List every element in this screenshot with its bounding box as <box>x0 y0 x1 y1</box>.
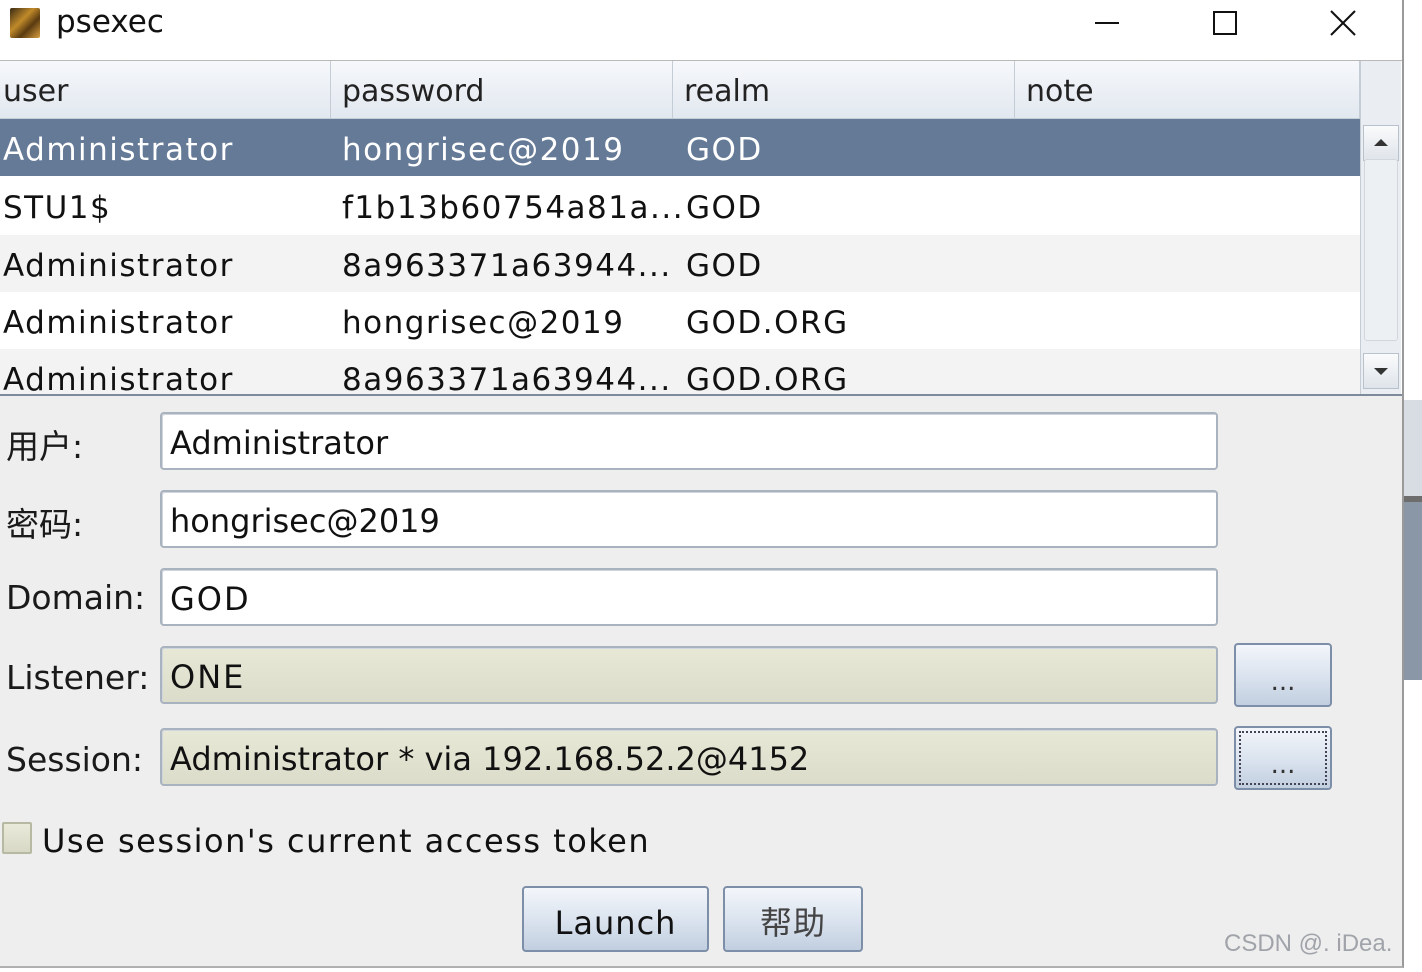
launch-button[interactable]: Launch <box>522 886 709 952</box>
column-header-user[interactable]: user <box>0 61 331 118</box>
arrow-up-icon <box>1374 139 1388 146</box>
background-window-strip <box>1404 502 1422 680</box>
column-header-password[interactable]: password <box>331 61 673 118</box>
credentials-table: user password realm note Administrator h… <box>0 60 1402 396</box>
help-button[interactable]: 帮助 <box>723 886 863 952</box>
app-icon <box>10 8 40 38</box>
password-label: 密码: <box>6 505 84 544</box>
cell-user: Administrator <box>3 362 234 394</box>
table-row[interactable]: Administrator 8a963371a63944... GOD.ORG <box>0 349 1360 394</box>
table-row[interactable]: Administrator hongrisec@2019 GOD <box>0 119 1360 176</box>
maximize-icon <box>1213 11 1237 35</box>
user-field[interactable]: Administrator <box>160 412 1218 470</box>
session-field: Administrator * via 192.168.52.2@4152 <box>160 728 1218 786</box>
cell-user: STU1$ <box>3 190 112 226</box>
user-label: 用户: <box>6 427 84 466</box>
cell-user: Administrator <box>3 305 234 341</box>
background-window-strip <box>1404 400 1422 496</box>
watermark: CSDN @. iDea. <box>1224 930 1393 957</box>
table-row[interactable]: Administrator hongrisec@2019 GOD.ORG <box>0 292 1360 349</box>
listener-field: ONE <box>160 646 1218 704</box>
arrow-down-icon <box>1374 368 1388 375</box>
minimize-icon <box>1095 22 1119 24</box>
cell-realm: GOD <box>686 190 763 226</box>
minimize-button[interactable] <box>1048 0 1166 46</box>
cell-password: hongrisec@2019 <box>342 305 625 341</box>
column-header-realm[interactable]: realm <box>673 61 1015 118</box>
password-field[interactable]: hongrisec@2019 <box>160 490 1218 548</box>
cell-user: Administrator <box>3 132 234 168</box>
cell-realm: GOD.ORG <box>686 305 849 341</box>
cell-user: Administrator <box>3 248 234 284</box>
cell-password: f1b13b60754a81a... <box>342 190 685 226</box>
table-body: Administrator hongrisec@2019 GOD STU1$ f… <box>0 119 1360 394</box>
window-title: psexec <box>56 4 164 40</box>
cell-realm: GOD.ORG <box>686 362 849 394</box>
listener-browse-button[interactable]: ... <box>1234 643 1332 707</box>
close-icon <box>1330 10 1356 36</box>
listener-label: Listener: <box>6 658 150 697</box>
use-token-label[interactable]: Use session's current access token <box>42 822 650 860</box>
use-token-checkbox[interactable] <box>2 822 32 854</box>
cell-password: 8a963371a63944... <box>342 248 672 284</box>
cell-password: 8a963371a63944... <box>342 362 672 394</box>
maximize-button[interactable] <box>1166 0 1284 46</box>
close-button[interactable] <box>1284 0 1402 46</box>
psexec-dialog: psexec user password realm note Administ… <box>0 0 1404 968</box>
table-header: user password realm note <box>0 61 1360 119</box>
domain-label: Domain: <box>6 578 146 617</box>
domain-field[interactable]: GOD <box>160 568 1218 626</box>
table-scrollbar[interactable] <box>1360 61 1401 394</box>
cell-password: hongrisec@2019 <box>342 132 625 168</box>
scroll-thumb[interactable] <box>1364 159 1398 341</box>
table-row[interactable]: Administrator 8a963371a63944... GOD <box>0 235 1360 292</box>
title-bar[interactable]: psexec <box>0 0 1402 60</box>
table-row[interactable]: STU1$ f1b13b60754a81a... GOD <box>0 177 1360 234</box>
scroll-down-button[interactable] <box>1363 353 1399 389</box>
cell-realm: GOD <box>686 248 763 284</box>
session-browse-button[interactable]: ... <box>1234 726 1332 790</box>
column-header-note[interactable]: note <box>1015 61 1360 118</box>
scroll-up-button[interactable] <box>1363 125 1399 161</box>
cell-realm: GOD <box>686 132 763 168</box>
session-label: Session: <box>6 740 144 779</box>
